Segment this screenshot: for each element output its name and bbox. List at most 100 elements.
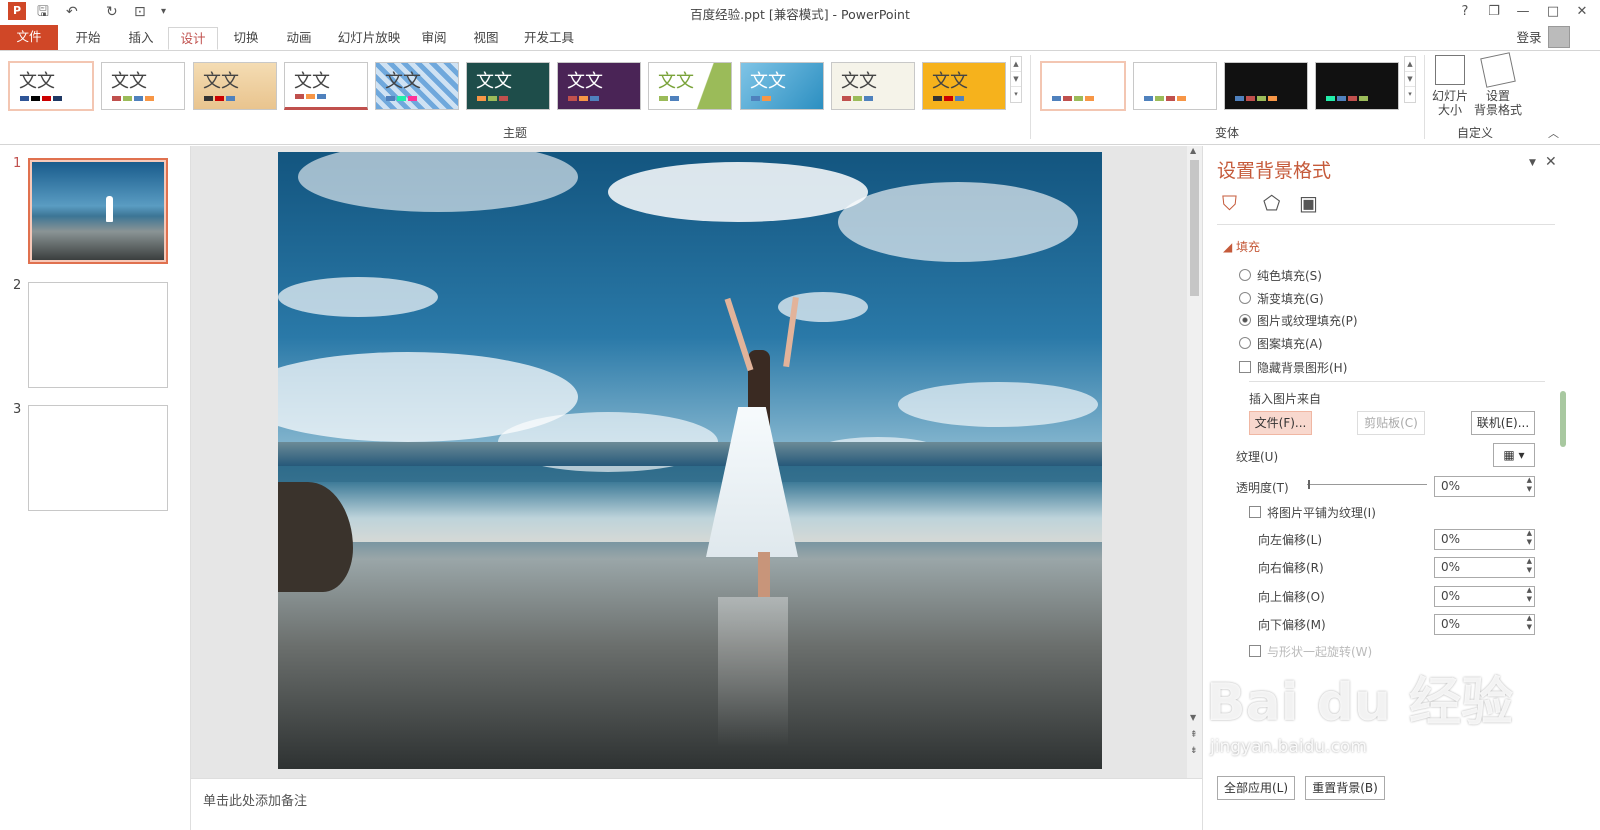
login-link[interactable]: 登录 bbox=[1512, 27, 1546, 50]
tab-developer[interactable]: 开发工具 bbox=[516, 27, 582, 50]
tab-design[interactable]: 设计 bbox=[168, 27, 218, 50]
maximize-button[interactable]: □ bbox=[1541, 2, 1565, 22]
theme-4[interactable]: 文文 bbox=[284, 62, 368, 110]
spinner-arrows-icon[interactable]: ▲ ▼ bbox=[1527, 476, 1532, 494]
minimize-button[interactable]: — bbox=[1511, 2, 1535, 22]
close-button[interactable]: ✕ bbox=[1570, 2, 1594, 22]
group-divider bbox=[1424, 55, 1425, 139]
transparency-input[interactable]: 0% ▲ ▼ bbox=[1434, 476, 1535, 497]
pane-options-icon[interactable]: ▼ bbox=[1529, 158, 1536, 168]
scroll-thumb[interactable] bbox=[1190, 160, 1199, 296]
picture-fill-radio[interactable]: 图片或纹理填充(P) bbox=[1239, 312, 1358, 329]
notes-placeholder: 单击此处添加备注 bbox=[203, 794, 308, 809]
solid-fill-radio[interactable]: 纯色填充(S) bbox=[1239, 267, 1322, 284]
scroll-down-icon[interactable]: ▼ bbox=[1190, 713, 1196, 722]
reset-background-button[interactable]: 重置背景(B) bbox=[1305, 776, 1385, 800]
gradient-fill-radio[interactable]: 渐变填充(G) bbox=[1239, 290, 1324, 307]
tab-slideshow[interactable]: 幻灯片放映 bbox=[330, 27, 408, 50]
cloud bbox=[278, 277, 438, 317]
tab-insert[interactable]: 插入 bbox=[116, 27, 166, 50]
spinner-arrows-icon[interactable]: ▲ ▼ bbox=[1527, 614, 1532, 632]
hide-background-checkbox[interactable]: 隐藏背景图形(H) bbox=[1239, 359, 1347, 376]
offset-left-label: 向左偏移(L) bbox=[1258, 533, 1323, 547]
transparency-slider[interactable] bbox=[1307, 484, 1427, 485]
tab-home[interactable]: 开始 bbox=[63, 27, 113, 50]
theme-7[interactable]: 文文 bbox=[557, 62, 641, 110]
fill-section-header[interactable]: ◢ 填充 bbox=[1223, 238, 1260, 255]
help-button[interactable]: ? bbox=[1453, 2, 1477, 22]
slide-size-button[interactable]: 幻灯片 大小 bbox=[1428, 55, 1472, 117]
thumbnail-figure bbox=[106, 196, 113, 222]
texture-dropdown[interactable]: ▦ ▾ bbox=[1493, 443, 1535, 467]
variant-2[interactable] bbox=[1133, 62, 1217, 110]
pattern-fill-radio[interactable]: 图案填充(A) bbox=[1239, 335, 1323, 352]
offset-right-input[interactable]: 0% ▲ ▼ bbox=[1434, 557, 1535, 578]
texture-label: 纹理(U) bbox=[1236, 450, 1279, 464]
themes-gallery-scroll[interactable]: ▲ ▼ ▾ bbox=[1010, 56, 1022, 103]
theme-11[interactable]: 文文 bbox=[922, 62, 1006, 110]
pane-scroll-thumb[interactable] bbox=[1560, 391, 1566, 447]
slide-thumbnail-2[interactable] bbox=[28, 282, 168, 388]
spinner-arrows-icon[interactable]: ▲ ▼ bbox=[1527, 529, 1532, 547]
editor-scrollbar[interactable]: ▲ ▼ ⇞ ⇟ bbox=[1187, 146, 1202, 778]
theme-6[interactable]: 文文 bbox=[466, 62, 550, 110]
spinner-arrows-icon[interactable]: ▲ ▼ bbox=[1527, 557, 1532, 575]
mountains bbox=[278, 442, 1102, 466]
effects-icon[interactable]: ⬠ bbox=[1263, 191, 1280, 215]
slide-thumbnail-1[interactable] bbox=[28, 158, 168, 264]
divider bbox=[1249, 381, 1545, 382]
prev-slide-icon[interactable]: ⇞ bbox=[1190, 730, 1198, 740]
theme-8[interactable]: 文文 bbox=[648, 62, 732, 110]
rotate-with-shape-checkbox[interactable]: 与形状一起旋转(W) bbox=[1249, 643, 1372, 660]
online-button[interactable]: 联机(E)... bbox=[1471, 411, 1535, 435]
notes-pane[interactable]: 单击此处添加备注 bbox=[191, 778, 1202, 830]
fill-icon[interactable]: ⛉ bbox=[1222, 191, 1237, 215]
tab-view[interactable]: 视图 bbox=[464, 27, 508, 50]
variant-3[interactable] bbox=[1224, 62, 1308, 110]
cloud bbox=[298, 152, 578, 212]
collapse-ribbon-icon[interactable]: ︿ bbox=[1548, 125, 1559, 141]
theme-5[interactable]: 文文 bbox=[375, 62, 459, 110]
next-slide-icon[interactable]: ⇟ bbox=[1190, 746, 1198, 756]
slide-canvas[interactable] bbox=[278, 152, 1102, 769]
scroll-up-icon[interactable]: ▲ bbox=[1405, 57, 1415, 72]
ribbon-display-button[interactable]: ❐ bbox=[1482, 2, 1506, 22]
offset-left-input[interactable]: 0% ▲ ▼ bbox=[1434, 529, 1535, 550]
scroll-up-icon[interactable]: ▲ bbox=[1190, 146, 1196, 155]
clipboard-button[interactable]: 剪贴板(C) bbox=[1357, 411, 1425, 435]
slide-editor: ▲ ▼ ⇞ ⇟ bbox=[191, 146, 1202, 778]
slide-thumbnail-3[interactable] bbox=[28, 405, 168, 511]
offset-up-input[interactable]: 0% ▲ ▼ bbox=[1434, 586, 1535, 607]
theme-office[interactable]: 文文 bbox=[8, 61, 94, 111]
tab-review[interactable]: 审阅 bbox=[412, 27, 456, 50]
theme-9[interactable]: 文文 bbox=[740, 62, 824, 110]
theme-10[interactable]: 文文 bbox=[831, 62, 915, 110]
apply-to-all-button[interactable]: 全部应用(L) bbox=[1217, 776, 1295, 800]
variants-group-label: 变体 bbox=[1215, 126, 1240, 140]
format-background-button[interactable]: 设置 背景格式 bbox=[1472, 52, 1524, 117]
variant-4[interactable] bbox=[1315, 62, 1399, 110]
offset-up-label: 向上偏移(O) bbox=[1258, 590, 1325, 604]
avatar[interactable] bbox=[1548, 26, 1570, 48]
spinner-arrows-icon[interactable]: ▲ ▼ bbox=[1527, 586, 1532, 604]
scroll-down-icon[interactable]: ▼ bbox=[1011, 72, 1021, 87]
cloud bbox=[898, 382, 1098, 427]
theme-3[interactable]: 文文 bbox=[193, 62, 277, 110]
more-icon[interactable]: ▾ bbox=[1405, 87, 1415, 102]
more-icon[interactable]: ▾ bbox=[1011, 87, 1021, 102]
baidu-watermark-url: jingyan.baidu.com bbox=[1210, 737, 1367, 757]
tab-animations[interactable]: 动画 bbox=[274, 27, 324, 50]
theme-2[interactable]: 文文 bbox=[101, 62, 185, 110]
offset-down-input[interactable]: 0% ▲ ▼ bbox=[1434, 614, 1535, 635]
variant-1[interactable] bbox=[1040, 61, 1126, 111]
tab-transitions[interactable]: 切换 bbox=[221, 27, 271, 50]
transparency-slider-handle[interactable] bbox=[1308, 480, 1310, 489]
close-pane-icon[interactable]: ✕ bbox=[1545, 154, 1557, 170]
file-button[interactable]: 文件(F)... bbox=[1249, 411, 1312, 435]
scroll-up-icon[interactable]: ▲ bbox=[1011, 57, 1021, 72]
tab-file[interactable]: 文件 bbox=[0, 25, 58, 50]
picture-icon[interactable]: ▣ bbox=[1299, 191, 1318, 215]
scroll-down-icon[interactable]: ▼ bbox=[1405, 72, 1415, 87]
tile-checkbox[interactable]: 将图片平铺为纹理(I) bbox=[1249, 504, 1376, 521]
variants-gallery-scroll[interactable]: ▲ ▼ ▾ bbox=[1404, 56, 1416, 103]
